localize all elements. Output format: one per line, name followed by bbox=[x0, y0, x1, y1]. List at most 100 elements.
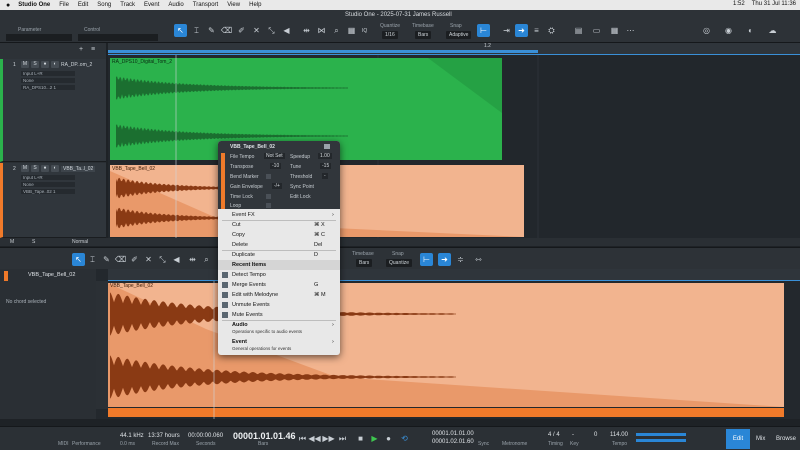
track-2-clip-label[interactable]: VBB_Tape_Bell_02 bbox=[112, 166, 155, 172]
parameter-field[interactable] bbox=[6, 34, 72, 41]
forward-icon[interactable]: ▶▶ bbox=[322, 432, 335, 445]
track-1-clip-label[interactable]: RA_DPS10_Digital_Tom_2 bbox=[112, 59, 172, 65]
record-icon[interactable]: ● bbox=[382, 432, 395, 445]
menu-item-copy[interactable]: Copy ⌘ C bbox=[218, 230, 340, 240]
iq-label[interactable]: IQ bbox=[362, 28, 367, 34]
track-2-sub1[interactable]: None bbox=[21, 182, 75, 187]
track-1-sub2[interactable]: RA_DPS10...2 1 bbox=[21, 85, 75, 90]
tab-mix[interactable]: Mix bbox=[756, 436, 765, 442]
cloud-sync-icon[interactable]: ☁ bbox=[766, 24, 779, 37]
menu-item-cut[interactable]: Cut ⌘ X bbox=[218, 220, 340, 230]
track-1-sub1[interactable]: None bbox=[21, 78, 75, 83]
eraser-tool-icon[interactable]: ⌫ bbox=[220, 24, 233, 37]
menu-audio[interactable]: Audio bbox=[168, 2, 183, 8]
editor-timebase-select[interactable]: Bars bbox=[356, 259, 373, 267]
gain-envelope-value[interactable]: -/+ bbox=[272, 183, 282, 189]
inspector-icon[interactable]: ▤ bbox=[572, 24, 585, 37]
menu-item-event[interactable]: Event › General operations for events bbox=[218, 338, 340, 353]
editor-listen-tool-icon[interactable]: ◀ bbox=[170, 253, 183, 266]
snap-select[interactable]: Adaptive bbox=[446, 31, 472, 39]
track-2-record-button[interactable]: ● bbox=[41, 165, 49, 172]
track-2-name[interactable]: VBB_Ta..l_02 bbox=[61, 166, 96, 172]
arrow-tool-icon[interactable]: ↖ bbox=[174, 24, 187, 37]
play-icon[interactable]: ▶ bbox=[368, 432, 381, 445]
track-1-record-button[interactable]: ● bbox=[41, 61, 49, 68]
track-2-input[interactable]: Input L+R bbox=[21, 175, 75, 180]
track-2[interactable]: 2 M S ● ◐ VBB_Ta..l_02 Input L+R None VB… bbox=[0, 163, 106, 238]
editor-paint-tool-icon[interactable]: ✐ bbox=[128, 253, 141, 266]
cloud-icon[interactable]: ◎ bbox=[700, 24, 713, 37]
track-1-solo-button[interactable]: S bbox=[31, 61, 39, 68]
loop-icon[interactable]: ⏭ bbox=[336, 432, 349, 445]
timebase-select[interactable]: Bars bbox=[415, 31, 432, 39]
more-menu-icon[interactable]: ⋯ bbox=[624, 24, 637, 37]
stop-icon[interactable]: ■ bbox=[354, 432, 367, 445]
editor-split-tool-icon[interactable]: ✎ bbox=[100, 253, 113, 266]
editor-bend-tool-icon[interactable]: ⤡ bbox=[156, 253, 169, 266]
editor-snap-toggle-icon[interactable]: ⊢ bbox=[420, 253, 433, 266]
speedup-value[interactable]: 1.00 bbox=[318, 153, 332, 159]
tab-browse[interactable]: Browse bbox=[776, 436, 796, 442]
editor-expand-icon[interactable]: ⇿ bbox=[472, 253, 485, 266]
autoscroll-icon[interactable]: ⇥ bbox=[500, 24, 513, 37]
loop-start[interactable]: 00001.01.01.00 bbox=[432, 431, 474, 437]
menu-item-edit-melodyne[interactable]: Edit with Melodyne ⌘ M bbox=[218, 290, 340, 300]
menu-item-duplicate[interactable]: Duplicate D bbox=[218, 250, 340, 260]
mute-tool-icon[interactable]: ✕ bbox=[250, 24, 263, 37]
track-1-input[interactable]: Input L+R bbox=[21, 71, 75, 76]
menu-item-mute-events[interactable]: Mute Events bbox=[218, 310, 340, 320]
menu-transport[interactable]: Transport bbox=[193, 2, 218, 8]
editor-range-tool-icon[interactable]: ⌶ bbox=[86, 253, 99, 266]
quantize-select[interactable]: 1/16 bbox=[382, 31, 398, 39]
menu-item-merge-events[interactable]: Merge Events G bbox=[218, 280, 340, 290]
track-1-monitor-button[interactable]: ◐ bbox=[51, 61, 59, 68]
tempo-track-icon[interactable]: ▭ bbox=[590, 24, 603, 37]
strip-mute[interactable]: M bbox=[10, 239, 14, 245]
editor-snap-select[interactable]: Quantize bbox=[386, 259, 413, 267]
editor-mute-tool-icon[interactable]: ✕ bbox=[142, 253, 155, 266]
time-signature[interactable]: 4 / 4 bbox=[548, 432, 560, 438]
editor-clip-label[interactable]: VBB_Tape_Bell_02 bbox=[110, 283, 153, 289]
presonus-icon[interactable]: ◐ bbox=[744, 24, 757, 37]
track-list-icon[interactable]: ≡ bbox=[530, 24, 543, 37]
tab-edit[interactable]: Edit bbox=[726, 429, 750, 449]
split-tool-icon[interactable]: ✎ bbox=[205, 24, 218, 37]
track-1-mute-button[interactable]: M bbox=[21, 61, 29, 68]
menu-item-event-fx[interactable]: Event FX › bbox=[218, 210, 340, 220]
bend-tool-icon[interactable]: ⤡ bbox=[265, 24, 278, 37]
strip-mode[interactable]: Normal bbox=[72, 239, 88, 245]
arrange-view[interactable]: RA_DPS10_Digital_Tom_2 VBB_Tape_Bell_02 bbox=[108, 43, 800, 238]
menu-event[interactable]: Event bbox=[144, 2, 159, 8]
editor-eraser-tool-icon[interactable]: ⌫ bbox=[114, 253, 127, 266]
zoom-icon[interactable]: ⌕ bbox=[330, 24, 343, 37]
menu-item-audio[interactable]: Audio › Operations specific to audio event… bbox=[218, 321, 340, 336]
ctx-color-swatch[interactable] bbox=[324, 144, 330, 149]
range-tool-icon[interactable]: ⌶ bbox=[190, 24, 203, 37]
track-options-icon[interactable]: ≡ bbox=[88, 45, 98, 55]
range-icon[interactable]: ⇹ bbox=[300, 24, 313, 37]
editor-arrow-tool-icon[interactable]: ↖ bbox=[72, 253, 85, 266]
loop-checkbox[interactable] bbox=[266, 203, 271, 208]
track-2-sub2[interactable]: VBB_Tape..02 1 bbox=[21, 189, 75, 194]
key-value[interactable]: - bbox=[572, 432, 574, 438]
listen-tool-icon[interactable]: ◀ bbox=[280, 24, 293, 37]
menu-track[interactable]: Track bbox=[120, 2, 135, 8]
apple-icon[interactable]: ● bbox=[6, 2, 10, 9]
track-2-monitor-button[interactable]: ◐ bbox=[51, 165, 59, 172]
menu-item-unmute-events[interactable]: Unmute Events bbox=[218, 300, 340, 310]
paint-tool-icon[interactable]: ✐ bbox=[235, 24, 248, 37]
loop-end[interactable]: 00001.02.01.60 bbox=[432, 439, 474, 445]
snap-toggle-icon[interactable]: ⊢ bbox=[477, 24, 490, 37]
loop-range[interactable] bbox=[108, 50, 538, 53]
marker-icon[interactable]: ⛭ bbox=[545, 24, 558, 37]
editor-range-icon[interactable]: ⇹ bbox=[186, 253, 199, 266]
score-icon[interactable]: ◉ bbox=[722, 24, 735, 37]
transpose-value[interactable]: -10 bbox=[270, 163, 282, 169]
position-display[interactable]: 00001.01.01.46 bbox=[233, 431, 296, 441]
time-lock-checkbox[interactable] bbox=[266, 194, 271, 199]
track-1[interactable]: 1 M S ● ◐ RA_DP..om_2 Input L+R None RA_… bbox=[0, 59, 106, 162]
track-2-mute-button[interactable]: M bbox=[21, 165, 29, 172]
menu-view[interactable]: View bbox=[227, 2, 240, 8]
rewind-icon[interactable]: ◀◀ bbox=[308, 432, 321, 445]
bend-marker-checkbox[interactable] bbox=[266, 174, 271, 179]
